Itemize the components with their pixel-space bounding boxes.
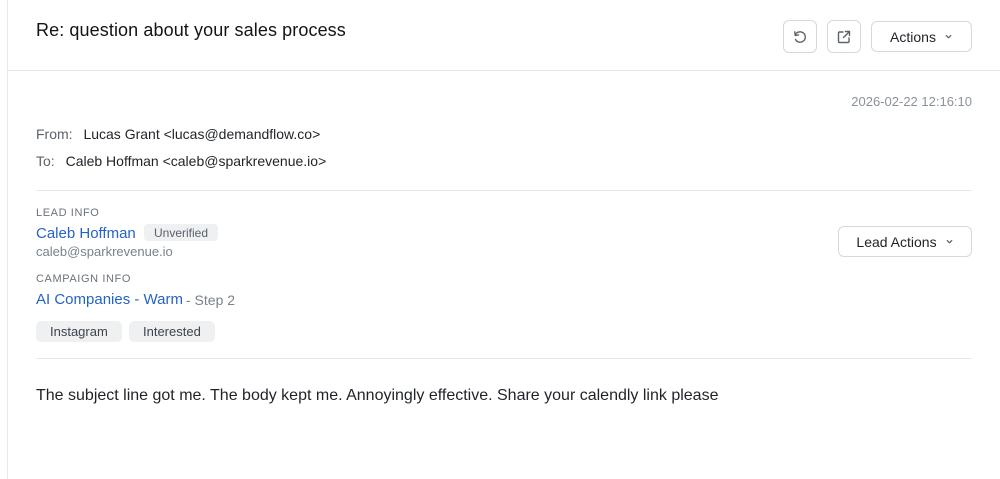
- lead-name-link[interactable]: Caleb Hoffman: [36, 225, 136, 242]
- lead-info-label: LEAD INFO: [36, 207, 100, 219]
- tag-interested[interactable]: Interested: [129, 321, 215, 342]
- campaign-name-link[interactable]: AI Companies - Warm: [36, 291, 183, 308]
- email-timestamp: 2026-02-22 12:16:10: [851, 94, 972, 109]
- undo-button[interactable]: [783, 20, 817, 53]
- from-value: Lucas Grant <lucas@demandflow.co>: [83, 126, 321, 142]
- open-external-icon: [837, 30, 851, 43]
- left-panel-border: [7, 0, 8, 479]
- tag-instagram[interactable]: Instagram: [36, 321, 122, 342]
- status-badge: Unverified: [144, 224, 219, 241]
- lead-actions-dropdown[interactable]: Lead Actions: [838, 226, 972, 257]
- to-row: To: Caleb Hoffman <caleb@sparkrevenue.io…: [36, 153, 326, 169]
- open-external-button[interactable]: [827, 20, 861, 53]
- lead-email: caleb@sparkrevenue.io: [36, 244, 173, 259]
- from-row: From: Lucas Grant <lucas@demandflow.co>: [36, 126, 320, 142]
- divider: [36, 190, 972, 191]
- email-body: The subject line got me. The body kept m…: [36, 387, 719, 404]
- actions-dropdown[interactable]: Actions: [871, 21, 972, 52]
- campaign-step: - Step 2: [186, 292, 236, 308]
- chevron-down-icon: [946, 239, 952, 244]
- undo-icon: [794, 30, 806, 43]
- chevron-down-icon: [945, 34, 952, 39]
- from-label: From:: [36, 126, 73, 142]
- email-header: Re: question about your sales process Ac…: [8, 0, 1000, 71]
- divider: [36, 358, 972, 359]
- lead-actions-label: Lead Actions: [856, 233, 937, 250]
- actions-label: Actions: [890, 28, 936, 45]
- to-label: To:: [36, 153, 55, 169]
- to-value: Caleb Hoffman <caleb@sparkrevenue.io>: [65, 153, 327, 169]
- email-subject: Re: question about your sales process: [36, 20, 346, 40]
- campaign-info-label: CAMPAIGN INFO: [36, 273, 131, 285]
